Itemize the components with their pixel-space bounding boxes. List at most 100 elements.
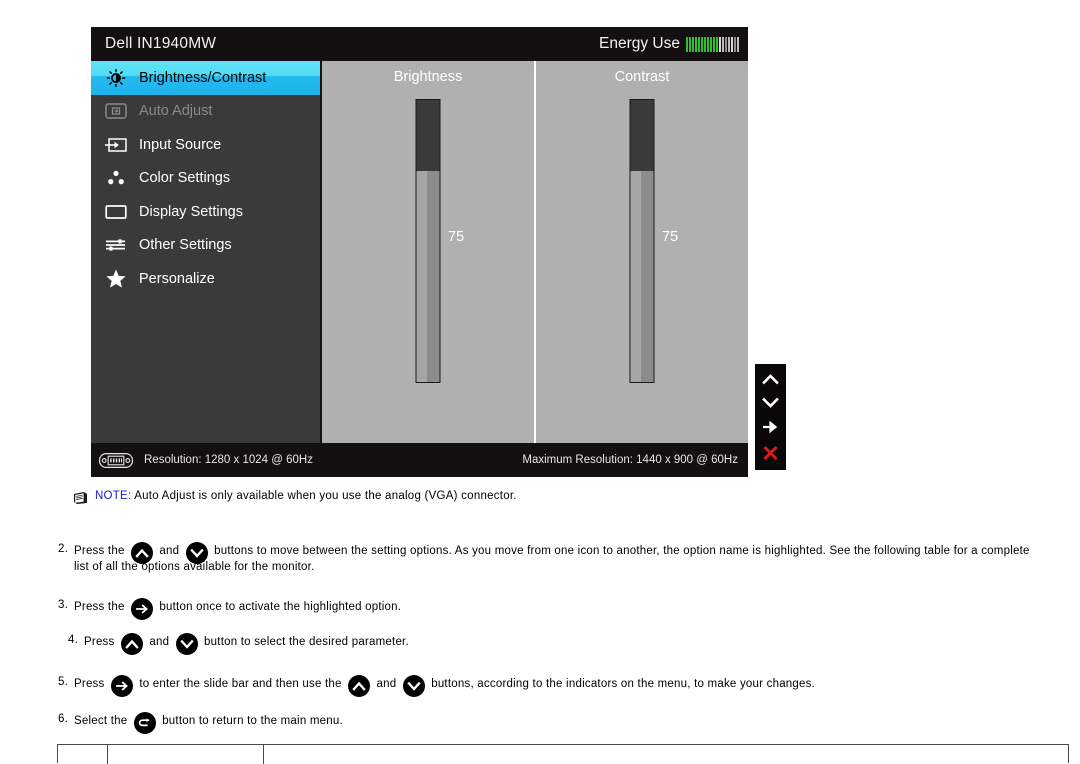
step-5-text-d: buttons, according to the indicators on … xyxy=(431,678,816,691)
energy-bar xyxy=(722,36,724,52)
energy-use-indicator: Energy Use xyxy=(599,35,739,53)
chevron-down-icon[interactable] xyxy=(185,542,208,564)
step-4-number: 4. xyxy=(68,634,79,646)
energy-bar xyxy=(725,36,727,52)
brightness-slider[interactable] xyxy=(415,99,441,383)
menu-item-other-settings[interactable]: Other Settings xyxy=(91,229,320,263)
osd-status-bar: Resolution: 1280 x 1024 @ 60Hz Maximum R… xyxy=(91,443,748,477)
brightness-panel: Brightness 75 xyxy=(322,61,534,443)
step-2: 2. Press the and buttons to move between… xyxy=(58,542,1068,575)
options-table-top-edge xyxy=(57,744,1069,764)
menu-item-personalize[interactable]: Personalize xyxy=(91,262,320,296)
menu-item-label: Auto Adjust xyxy=(139,103,213,120)
brightness-icon xyxy=(103,68,129,88)
current-resolution-label: Resolution: 1280 x 1024 @ 60Hz xyxy=(144,454,313,466)
color-settings-icon xyxy=(103,168,129,188)
energy-bar xyxy=(713,36,715,52)
step-5-number: 5. xyxy=(58,676,69,688)
close-x-icon[interactable] xyxy=(762,445,779,461)
chevron-up-icon[interactable] xyxy=(348,675,371,697)
menu-item-label: Color Settings xyxy=(139,170,231,187)
step-5-text-b: to enter the slide bar and then use the xyxy=(139,678,342,691)
back-arrow-icon[interactable] xyxy=(133,712,156,734)
menu-item-label: Personalize xyxy=(139,270,215,287)
arrow-right-icon[interactable] xyxy=(762,421,779,433)
contrast-panel: Contrast 75 xyxy=(536,61,748,443)
energy-bar xyxy=(731,36,733,52)
menu-item-display-settings[interactable]: Display Settings xyxy=(91,195,320,229)
star-icon xyxy=(103,269,129,289)
step-2-text-c: buttons to move between the setting opti… xyxy=(214,545,1030,558)
osd-navigation-buttons xyxy=(755,364,786,470)
chevron-down-icon[interactable] xyxy=(762,397,779,409)
note-row: NOTE: Auto Adjust is only available when… xyxy=(74,490,517,509)
other-settings-icon xyxy=(103,235,129,255)
step-2-text-d: list of all the options available for th… xyxy=(74,561,315,573)
step-3: 3. Press the button once to activate the… xyxy=(58,598,402,620)
energy-bar xyxy=(734,36,736,52)
energy-bar xyxy=(716,36,718,52)
energy-bar xyxy=(737,36,739,52)
arrow-right-icon[interactable] xyxy=(110,675,133,697)
display-settings-icon xyxy=(103,202,129,222)
step-2-text-a: Press the xyxy=(74,545,125,558)
step-2-text-b: and xyxy=(159,545,180,558)
energy-bar xyxy=(701,36,703,52)
step-6-text-b: button to return to the main menu. xyxy=(162,715,343,728)
table-column-divider xyxy=(107,745,108,764)
energy-bar xyxy=(692,36,694,52)
menu-item-label: Other Settings xyxy=(139,237,232,254)
osd-title-bar: Dell IN1940MW Energy Use xyxy=(91,27,748,61)
vga-connector-icon xyxy=(99,452,133,468)
energy-bar xyxy=(707,36,709,52)
contrast-slider[interactable] xyxy=(629,99,655,383)
menu-item-color-settings[interactable]: Color Settings xyxy=(91,162,320,196)
monitor-osd-window: Dell IN1940MW Energy Use Brightness/Cont… xyxy=(91,27,748,477)
chevron-up-icon[interactable] xyxy=(130,542,153,564)
energy-use-meter xyxy=(686,36,739,52)
brightness-slider-fill xyxy=(416,170,440,382)
osd-menu-sidebar: Brightness/Contrast Auto Adjust Input Sour… xyxy=(91,61,320,443)
note-body: Auto Adjust is only available when you u… xyxy=(134,490,517,502)
contrast-slider-fill xyxy=(630,170,654,382)
maximum-resolution-label: Maximum Resolution: 1440 x 900 @ 60Hz xyxy=(522,454,738,466)
step-4: 4. Press and button to select the desire… xyxy=(68,633,409,655)
menu-item-auto-adjust[interactable]: Auto Adjust xyxy=(91,95,320,129)
menu-item-input-source[interactable]: Input Source xyxy=(91,128,320,162)
step-3-text-a: Press the xyxy=(74,601,125,614)
monitor-model-title: Dell IN1940MW xyxy=(105,35,217,52)
energy-bar xyxy=(695,36,697,52)
step-6: 6. Select the button to return to the ma… xyxy=(58,712,343,734)
step-4-text-c: button to select the desired parameter. xyxy=(204,636,409,649)
table-column-divider xyxy=(263,745,264,764)
contrast-panel-title: Contrast xyxy=(614,69,670,85)
menu-item-label: Display Settings xyxy=(139,203,243,220)
step-2-number: 2. xyxy=(58,543,69,555)
step-6-number: 6. xyxy=(58,713,69,725)
energy-use-label: Energy Use xyxy=(599,35,680,52)
auto-adjust-icon xyxy=(103,101,129,121)
energy-bar xyxy=(686,36,688,52)
step-4-text-a: Press xyxy=(84,636,115,649)
menu-item-label: Brightness/Contrast xyxy=(139,69,267,86)
chevron-up-icon[interactable] xyxy=(762,373,779,385)
energy-bar xyxy=(710,36,712,52)
step-5: 5. Press to enter the slide bar and then… xyxy=(58,675,816,697)
input-source-icon xyxy=(103,135,129,155)
step-5-text-a: Press xyxy=(74,678,105,691)
arrow-right-icon[interactable] xyxy=(130,598,153,620)
note-icon xyxy=(74,491,87,509)
energy-bar xyxy=(719,36,721,52)
step-6-text-a: Select the xyxy=(74,715,128,728)
chevron-down-icon[interactable] xyxy=(402,675,425,697)
note-label: NOTE: xyxy=(95,490,132,502)
chevron-up-icon[interactable] xyxy=(120,633,143,655)
step-3-text-b: button once to activate the highlighted … xyxy=(159,601,402,614)
contrast-value: 75 xyxy=(662,229,679,245)
brightness-value: 75 xyxy=(448,229,465,245)
chevron-down-icon[interactable] xyxy=(175,633,198,655)
note-text: NOTE: Auto Adjust is only available when… xyxy=(95,490,517,502)
energy-bar xyxy=(728,36,730,52)
menu-item-brightness-contrast[interactable]: Brightness/Contrast xyxy=(91,61,320,95)
energy-bar xyxy=(689,36,691,52)
